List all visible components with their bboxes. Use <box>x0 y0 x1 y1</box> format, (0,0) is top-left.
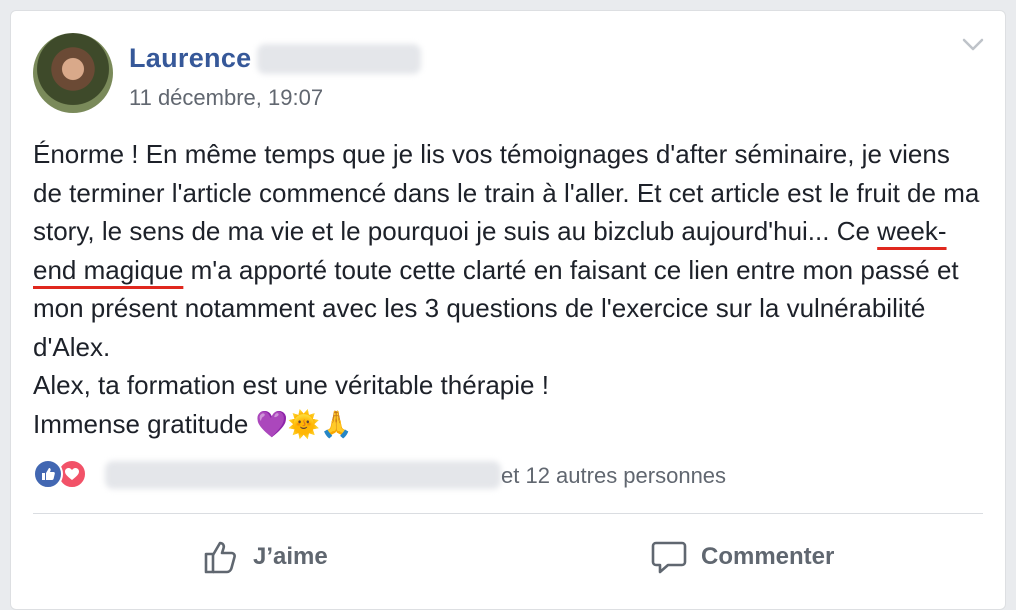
reactions-count-text[interactable]: et 12 autres personnes <box>501 463 726 489</box>
chevron-down-icon[interactable] <box>961 37 985 53</box>
like-button[interactable]: J’aime <box>203 537 328 577</box>
comment-icon <box>651 541 687 574</box>
post-text-part1: Énorme ! En même temps que je lis vos té… <box>33 139 980 246</box>
post-body: Énorme ! En même temps que je lis vos té… <box>33 135 983 443</box>
redacted-surname <box>257 44 421 74</box>
thumbs-up-icon <box>204 541 236 574</box>
post-timestamp[interactable]: 11 décembre, 19:07 <box>129 85 323 111</box>
reactions-bar[interactable]: et 12 autres personnes <box>33 459 983 491</box>
author-name[interactable]: Laurence <box>129 43 251 74</box>
comment-button[interactable]: Commenter <box>651 537 834 577</box>
divider <box>33 513 983 514</box>
like-icon <box>33 459 63 489</box>
comment-label: Commenter <box>701 543 835 570</box>
post-paragraph: Énorme ! En même temps que je lis vos té… <box>33 135 983 366</box>
avatar[interactable] <box>33 33 113 113</box>
post-line-3: Immense gratitude 💜🌞🙏 <box>33 408 353 439</box>
like-label: J’aime <box>253 543 328 570</box>
redacted-names <box>105 461 501 489</box>
post-card: Laurence 11 décembre, 19:07 Énorme ! En … <box>10 10 1006 610</box>
post-line-2: Alex, ta formation est une véritable thé… <box>33 370 549 400</box>
